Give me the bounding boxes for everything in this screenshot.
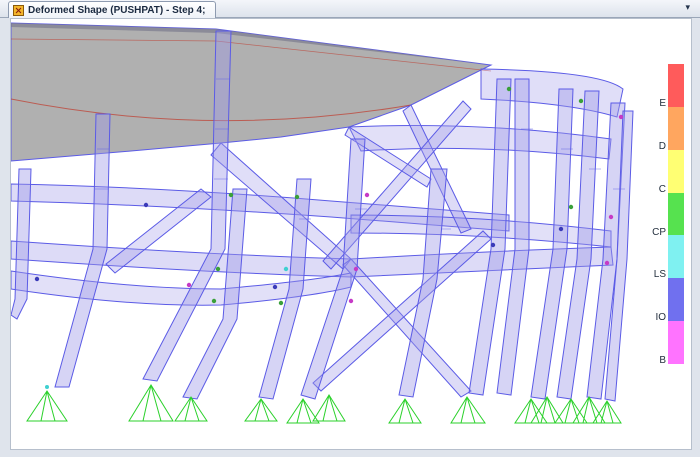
- legend-label: D: [658, 140, 666, 152]
- legend-label: E: [659, 98, 666, 109]
- legend-label: IO: [655, 312, 666, 324]
- legend-label: B: [659, 355, 666, 367]
- tab-deformed-shape[interactable]: Deformed Shape (PUSHPAT) - Step 4;: [8, 1, 217, 18]
- legend-swatch: [668, 106, 684, 150]
- legend-label: CP: [652, 226, 666, 238]
- legend-swatch: [668, 235, 684, 279]
- legend-swatch: [668, 278, 684, 322]
- model-viewport[interactable]: [10, 18, 692, 450]
- deformed-shape-icon: [13, 4, 24, 16]
- legend-swatch: [668, 64, 684, 107]
- legend-swatch: [668, 149, 684, 193]
- hinge-state-legend: E D C CP LS IO B: [652, 64, 688, 394]
- legend-label: LS: [653, 269, 666, 281]
- tab-title: Deformed Shape (PUSHPAT) - Step 4;: [28, 4, 206, 16]
- legend-label: C: [658, 183, 666, 195]
- app-window: Deformed Shape (PUSHPAT) - Step 4; ▾ E D…: [0, 0, 700, 457]
- legend-color-bar: [668, 64, 684, 365]
- structural-model-view[interactable]: [11, 19, 691, 449]
- legend-swatch: [668, 321, 684, 365]
- tab-dropdown-icon[interactable]: ▾: [685, 2, 690, 13]
- legend-swatch: [668, 192, 684, 236]
- tab-bar: Deformed Shape (PUSHPAT) - Step 4; ▾: [0, 0, 700, 18]
